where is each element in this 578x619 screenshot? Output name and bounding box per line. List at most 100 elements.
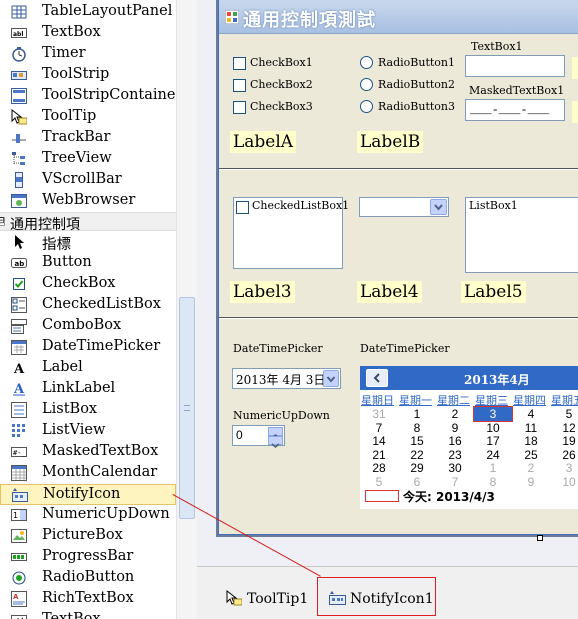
toolbox-item[interactable]: ListView bbox=[0, 421, 176, 442]
calendar-day[interactable]: 24 bbox=[474, 448, 512, 462]
calendar-day[interactable]: 3 bbox=[473, 406, 513, 422]
calendar-day[interactable]: 25 bbox=[512, 448, 550, 462]
toolbox-item[interactable]: ProgressBar bbox=[0, 547, 176, 568]
textbox1-input[interactable] bbox=[465, 55, 565, 77]
toolbox-item[interactable]: TreeView bbox=[0, 149, 176, 170]
calendar-day[interactable]: 30 bbox=[436, 461, 474, 475]
calendar-day[interactable]: 5 bbox=[360, 475, 398, 489]
calendar-day[interactable]: 29 bbox=[398, 461, 436, 475]
calendar-today-label[interactable]: 今天: 2013/4/3 bbox=[403, 488, 495, 505]
checkbox-2-box[interactable] bbox=[233, 79, 246, 92]
toolbox-item[interactable]: abl TextBox bbox=[0, 23, 176, 44]
toolbox-item[interactable]: #-_ MaskedTextBox bbox=[0, 442, 176, 463]
calendar-day[interactable]: 9 bbox=[512, 475, 550, 489]
toolbox-item[interactable]: ToolTip bbox=[0, 107, 176, 128]
resize-handle[interactable] bbox=[537, 535, 543, 541]
checkbox-1-label[interactable]: CheckBox1 bbox=[250, 56, 313, 69]
toolbox-item[interactable]: 1 NumericUpDown bbox=[0, 505, 176, 526]
calendar-day[interactable]: 1 bbox=[398, 407, 436, 421]
calendar-day[interactable]: 19 bbox=[550, 434, 578, 448]
toolbox-item[interactable]: A Label bbox=[0, 358, 176, 379]
toolbox-item[interactable]: Timer bbox=[0, 44, 176, 65]
calendar-day[interactable]: 23 bbox=[436, 448, 474, 462]
toolbox-item[interactable]: PictureBox bbox=[0, 526, 176, 547]
form-titlebar[interactable]: 通用控制項測試 bbox=[219, 0, 578, 34]
calendar-day[interactable]: 3 bbox=[550, 461, 578, 475]
calendar-day[interactable]: 6 bbox=[398, 475, 436, 489]
datetimepicker1[interactable]: 2013年 4月 3日 bbox=[232, 368, 341, 389]
calendar-day[interactable]: 2 bbox=[512, 461, 550, 475]
spin-down-icon[interactable] bbox=[268, 436, 283, 448]
calendar-day[interactable]: 21 bbox=[360, 448, 398, 462]
checkbox-3-label[interactable]: CheckBox3 bbox=[250, 100, 313, 113]
toolbox-item[interactable]: ab Button bbox=[0, 253, 176, 274]
radio-3-circle[interactable] bbox=[360, 100, 373, 113]
calendar-day[interactable]: 1 bbox=[474, 461, 512, 475]
toolbox-scrollbar[interactable] bbox=[176, 0, 197, 619]
calendar-day[interactable]: 12 bbox=[550, 421, 578, 435]
calendar-day[interactable]: 18 bbox=[512, 434, 550, 448]
checkedlistbox-item-box[interactable] bbox=[236, 201, 249, 214]
maskedtextbox1-input[interactable]: ___-___-___ bbox=[465, 99, 565, 121]
toolbox-item[interactable]: DateTimePicker bbox=[0, 337, 176, 358]
checkbox-1-box[interactable] bbox=[233, 57, 246, 70]
radio-1-circle[interactable] bbox=[360, 56, 373, 69]
radio-3-label[interactable]: RadioButton3 bbox=[378, 100, 455, 113]
toolbox-item[interactable]: TrackBar bbox=[0, 128, 176, 149]
toolbox-category-common-controls[interactable]: ⊟ 通用控制項 bbox=[0, 212, 176, 233]
checkbox-3-box[interactable] bbox=[233, 101, 246, 114]
calendar-day[interactable]: 4 bbox=[512, 407, 550, 421]
toolbox-item[interactable]: ListBox bbox=[0, 400, 176, 421]
toolbox-item[interactable]: CheckedListBox bbox=[0, 295, 176, 316]
calendar-day[interactable]: 8 bbox=[398, 421, 436, 435]
calendar-day[interactable]: 16 bbox=[436, 434, 474, 448]
calendar-day[interactable]: 8 bbox=[474, 475, 512, 489]
calendar-day[interactable]: 26 bbox=[550, 448, 578, 462]
toolbox-item[interactable]: A LinkLabel bbox=[0, 379, 176, 400]
toolbox-item[interactable]: ToolStripContainer bbox=[0, 86, 176, 107]
chevron-down-icon[interactable] bbox=[430, 199, 447, 215]
calendar-day[interactable]: 28 bbox=[360, 461, 398, 475]
radio-1-label[interactable]: RadioButton1 bbox=[378, 56, 455, 69]
toolbox-item[interactable]: WebBrowser bbox=[0, 191, 176, 212]
calendar-day[interactable]: 14 bbox=[360, 434, 398, 448]
toolbox-item[interactable]: RadioButton bbox=[0, 568, 176, 589]
calendar-day[interactable]: 9 bbox=[436, 421, 474, 435]
radio-2-label[interactable]: RadioButton2 bbox=[378, 78, 455, 91]
combobox1[interactable] bbox=[359, 197, 449, 217]
chevron-down-icon[interactable] bbox=[323, 370, 339, 387]
numericupdown1[interactable]: 0 bbox=[232, 425, 285, 448]
calendar-day[interactable]: 15 bbox=[398, 434, 436, 448]
calendar-day[interactable]: 7 bbox=[436, 475, 474, 489]
calendar-day[interactable]: 11 bbox=[512, 421, 550, 435]
calendar-day[interactable]: 7 bbox=[360, 421, 398, 435]
calendar-prev-button[interactable] bbox=[366, 369, 388, 387]
toolbox-item[interactable]: TableLayoutPanel bbox=[0, 2, 176, 23]
calendar-day[interactable]: 31 bbox=[360, 407, 398, 421]
toolbox-item[interactable]: 指標 bbox=[0, 232, 176, 253]
checkedlistbox-item-label[interactable]: CheckedListBox1 bbox=[252, 199, 349, 212]
monthcalendar1[interactable]: 2013年4月 今天: 2013/4/3 星期日星期一星期二星期三星期四星期五 3… bbox=[360, 366, 578, 509]
calendar-day[interactable]: 5 bbox=[550, 407, 578, 421]
calendar-day[interactable]: 10 bbox=[474, 421, 512, 435]
toolbox-item[interactable]: ToolStrip bbox=[0, 65, 176, 86]
toolbox-item[interactable]: NotifyIcon bbox=[0, 484, 176, 505]
toolbox-item[interactable]: VScrollBar bbox=[0, 170, 176, 191]
calendar-day[interactable]: 22 bbox=[398, 448, 436, 462]
radio-2-circle[interactable] bbox=[360, 78, 373, 91]
calendar-day[interactable]: 2 bbox=[436, 407, 474, 421]
collapse-icon[interactable]: ⊟ bbox=[0, 217, 5, 226]
toolbox-item[interactable]: abl TextBox bbox=[0, 610, 176, 619]
toolbox-item[interactable]: ComboBox bbox=[0, 316, 176, 337]
calendar-day[interactable]: 10 bbox=[550, 475, 578, 489]
toolbox-item[interactable]: MonthCalendar bbox=[0, 463, 176, 484]
scrollbar-thumb[interactable] bbox=[179, 297, 195, 519]
checkbox-2-label[interactable]: CheckBox2 bbox=[250, 78, 313, 91]
spin-up-icon[interactable] bbox=[268, 427, 283, 439]
listbox1[interactable]: ListBox1 bbox=[465, 197, 578, 273]
listbox-item[interactable]: ListBox1 bbox=[469, 199, 518, 212]
toolbox-item[interactable]: CheckBox bbox=[0, 274, 176, 295]
calendar-day[interactable]: 17 bbox=[474, 434, 512, 448]
checkedlistbox1[interactable]: CheckedListBox1 bbox=[233, 197, 349, 269]
toolbox-item[interactable]: A RichTextBox bbox=[0, 589, 176, 610]
